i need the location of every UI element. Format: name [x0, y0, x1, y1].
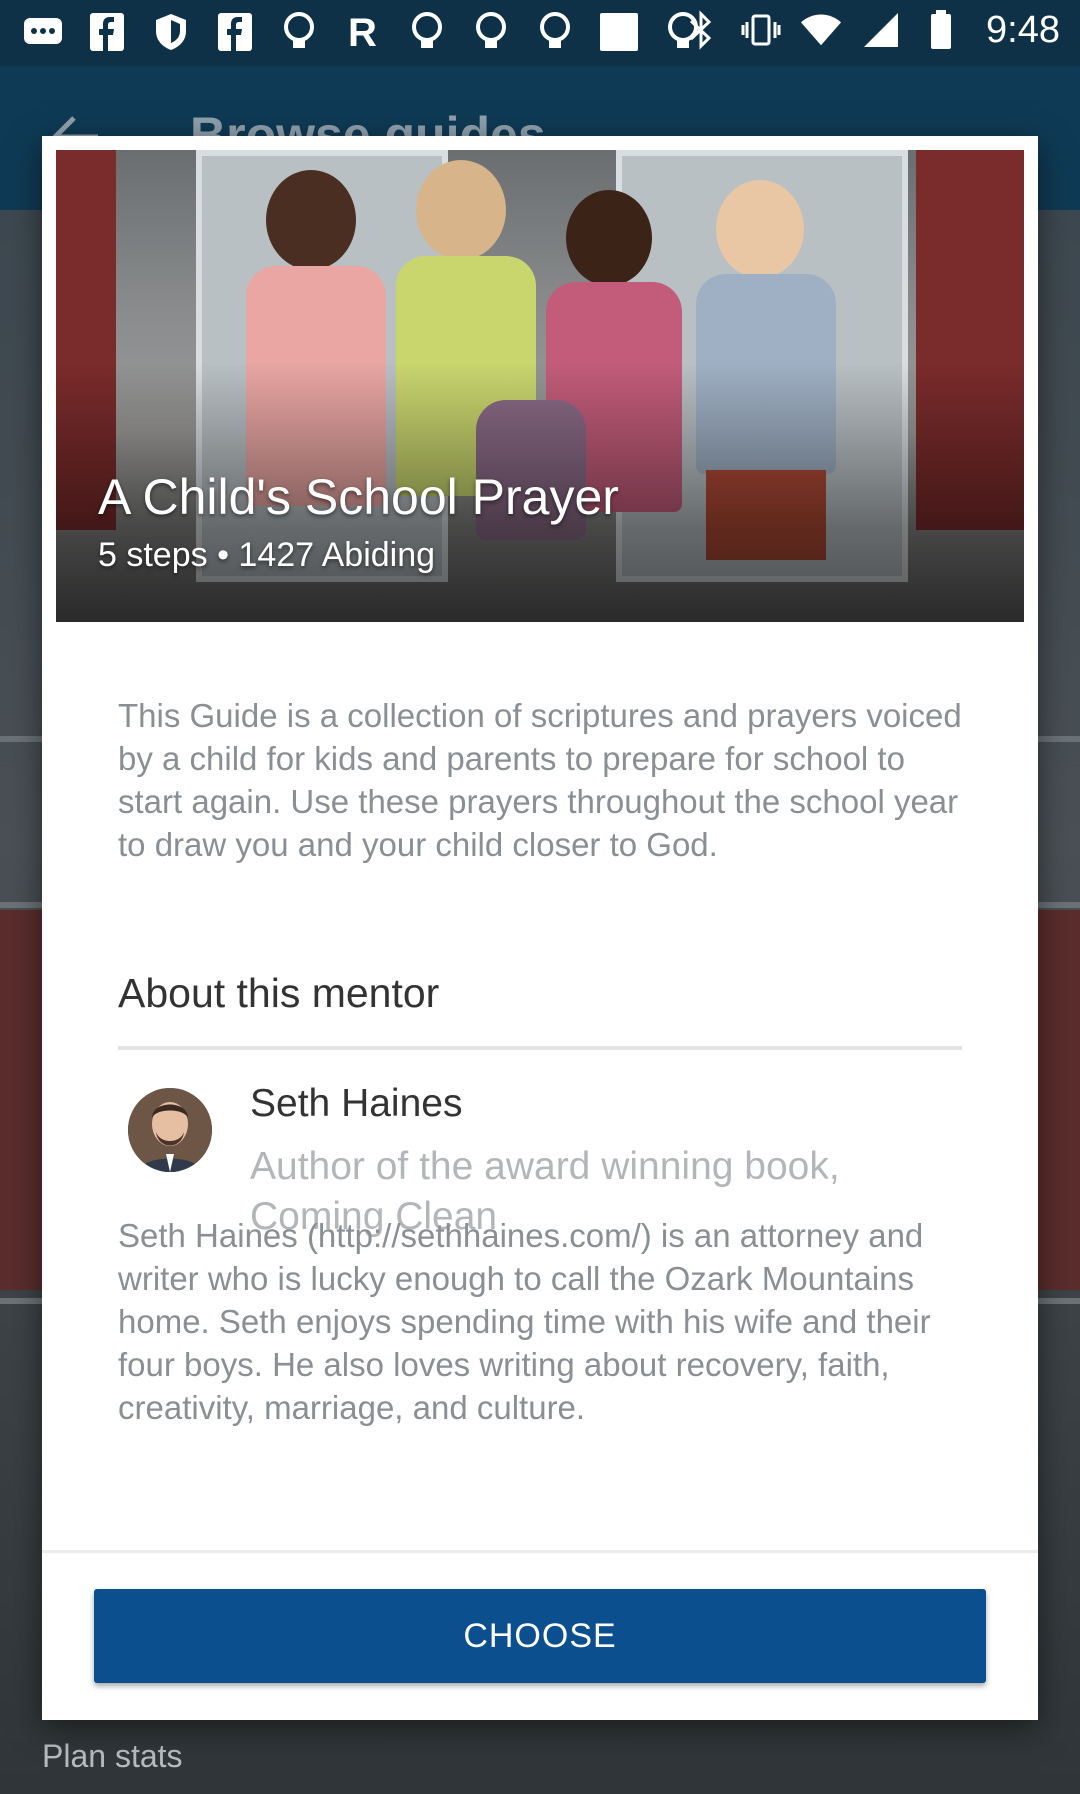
- status-bar: R 9:48: [0, 0, 1080, 66]
- lightbulb-icon: [534, 10, 576, 54]
- r-app-icon: R: [342, 10, 384, 54]
- lightbulb-icon: [278, 10, 320, 54]
- background-card-image: [1038, 910, 1080, 1290]
- choose-button[interactable]: CHOOSE: [94, 1589, 986, 1683]
- facebook-icon: [86, 10, 128, 54]
- guide-hero-image: A Child's School Prayer 5 steps • 1427 A…: [56, 150, 1024, 622]
- mentor-bio: Seth Haines (http://sethhaines.com/) is …: [118, 1217, 931, 1426]
- lightbulb-icon: [406, 10, 448, 54]
- messages-icon: [22, 10, 64, 54]
- footer-divider: [42, 1550, 1038, 1553]
- guide-meta: 5 steps • 1427 Abiding: [98, 536, 436, 574]
- guide-detail-dialog: A Child's School Prayer 5 steps • 1427 A…: [42, 136, 1038, 1720]
- background-plan-stats: Plan stats: [42, 1738, 183, 1774]
- bluetooth-icon: [680, 8, 722, 52]
- shield-icon: [150, 10, 192, 54]
- section-divider: [118, 1046, 962, 1050]
- lightbulb-icon: [470, 10, 512, 54]
- status-time: 9:48: [986, 8, 1060, 51]
- guide-title: A Child's School Prayer: [98, 469, 619, 525]
- mentor-avatar: [128, 1088, 212, 1172]
- battery-icon: [920, 8, 962, 52]
- about-mentor-heading: About this mentor: [118, 970, 440, 1016]
- signal-icon: [860, 8, 902, 52]
- wifi-icon: [800, 8, 842, 52]
- mentor-name: Seth Haines: [250, 1082, 463, 1125]
- square-icon: [598, 10, 640, 54]
- vibrate-icon: [740, 8, 782, 52]
- background-card-image: [0, 910, 42, 1290]
- facebook-icon: [214, 10, 256, 54]
- guide-description: This Guide is a collection of scriptures…: [118, 697, 962, 863]
- svg-text:R: R: [348, 12, 377, 52]
